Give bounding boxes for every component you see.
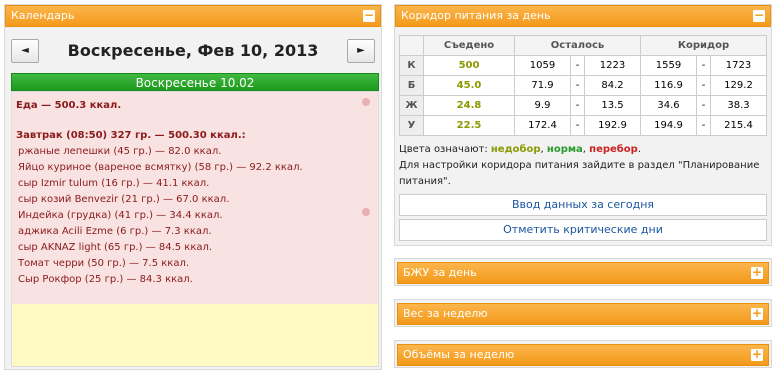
table-header-row: Съедено Осталось Коридор — [399, 35, 767, 56]
eaten-value: 24.8 — [423, 95, 515, 116]
col-header: Коридор — [640, 35, 767, 56]
left-max: 13.5 — [584, 95, 641, 116]
enter-today-button[interactable]: Ввод данных за сегодня — [399, 194, 767, 216]
weight-panel: Вес за неделю + — [394, 299, 772, 327]
row-label: У — [399, 115, 424, 136]
volumes-title: Объёмы за неделю — [403, 348, 515, 361]
color-legend: Цвета означают: недобор, норма, перебор.… — [399, 142, 769, 190]
food-edit-icon[interactable] — [362, 98, 370, 106]
calendar-panel: Календарь − ◄ Воскресенье, Фев 10, 2013 … — [4, 4, 382, 370]
calendar-header[interactable]: Календарь − — [5, 5, 381, 27]
meal-item: Сыр Рокфор (25 гр.) — 84.3 ккал. — [18, 274, 193, 285]
day-body: Еда — 500.3 ккал. Завтрак (08:50) 327 гр… — [11, 91, 379, 367]
meal-edit-icon[interactable] — [362, 208, 370, 216]
corr-min: 34.6 — [640, 95, 697, 116]
corr-max: 1723 — [710, 55, 767, 76]
table-row: К 500 1059 - 1223 1559 - 1723 — [399, 55, 767, 76]
legend-sep: , — [540, 144, 544, 155]
prev-day-button[interactable]: ◄ — [11, 39, 39, 63]
collapse-icon[interactable]: − — [363, 9, 375, 22]
expand-icon[interactable]: + — [751, 307, 763, 320]
bju-title: БЖУ за день — [403, 266, 477, 279]
eaten-value: 500 — [423, 55, 515, 76]
meal-item: Индейка (грудка) (41 гр.) — 34.4 ккал. — [18, 210, 223, 221]
meal-title[interactable]: Завтрак (08:50) 327 гр. — 500.30 ккал.: — [16, 128, 374, 144]
legend-line: Цвета означают: недобор, норма, перебор. — [399, 142, 769, 158]
corridor-panel: Коридор питания за день − Съедено Остало… — [394, 4, 772, 246]
legend-end: . — [637, 144, 641, 155]
legend-sep: , — [582, 144, 586, 155]
bju-header[interactable]: БЖУ за день + — [397, 262, 769, 284]
col-header: Осталось — [514, 35, 641, 56]
weight-header[interactable]: Вес за неделю + — [397, 303, 769, 325]
expand-icon[interactable]: + — [751, 348, 763, 361]
day-header[interactable]: Воскресенье 10.02 — [11, 73, 379, 91]
table-row: Ж 24.8 9.9 - 13.5 34.6 - 38.3 — [399, 95, 767, 116]
volumes-panel: Объёмы за неделю + — [394, 340, 772, 368]
current-date: Воскресенье, Фев 10, 2013 — [67, 41, 319, 60]
range-dash: - — [696, 55, 711, 76]
meal-item: сыр Izmir tulum (16 гр.) — 41.1 ккал. — [18, 178, 210, 189]
col-header: Съедено — [423, 35, 515, 56]
range-dash: - — [570, 95, 585, 116]
planning-hint: Для настройки коридора питания зайдите в… — [399, 160, 760, 187]
left-min: 1059 — [514, 55, 571, 76]
corr-max: 129.2 — [710, 75, 767, 96]
eaten-value: 45.0 — [423, 75, 515, 96]
legend-over: перебор — [589, 144, 638, 155]
range-dash: - — [570, 75, 585, 96]
range-dash: - — [570, 55, 585, 76]
range-dash: - — [696, 95, 711, 116]
row-label: Б — [399, 75, 424, 96]
legend-under: недобор — [490, 144, 541, 155]
meal-item: Яйцо куриное (вареное всмятку) (58 гр.) … — [18, 162, 303, 173]
corr-max: 38.3 — [710, 95, 767, 116]
corridor-table: Съедено Осталось Коридор К 500 1059 - 12… — [399, 35, 767, 136]
date-nav: ◄ Воскресенье, Фев 10, 2013 ► — [5, 33, 381, 69]
corr-min: 194.9 — [640, 115, 697, 136]
left-max: 84.2 — [584, 75, 641, 96]
mark-critical-days-button[interactable]: Отметить критические дни — [399, 219, 767, 241]
next-day-button[interactable]: ► — [347, 39, 375, 63]
corr-min: 1559 — [640, 55, 697, 76]
range-dash: - — [696, 115, 711, 136]
meals-list: Еда — 500.3 ккал. Завтрак (08:50) 327 гр… — [12, 92, 378, 304]
table-row: Б 45.0 71.9 - 84.2 116.9 - 129.2 — [399, 75, 767, 96]
meal-item: ржаные лепешки (45 гр.) — 82.0 ккал. — [18, 146, 222, 157]
expand-icon[interactable]: + — [751, 266, 763, 279]
corridor-header[interactable]: Коридор питания за день − — [395, 5, 771, 27]
food-total: Еда — 500.3 ккал. — [16, 100, 122, 111]
col-header — [399, 35, 424, 56]
legend-prefix: Цвета означают: — [399, 144, 488, 155]
row-label: Ж — [399, 95, 424, 116]
row-label: К — [399, 55, 424, 76]
bju-panel: БЖУ за день + — [394, 258, 772, 286]
corr-min: 116.9 — [640, 75, 697, 96]
corr-max: 215.4 — [710, 115, 767, 136]
meal-item: аджика Acili Ezme (6 гр.) — 7.3 ккал. — [18, 226, 212, 237]
range-dash: - — [570, 115, 585, 136]
left-min: 172.4 — [514, 115, 571, 136]
collapse-icon[interactable]: − — [753, 9, 765, 22]
meal-item: сыр AKNAZ light (65 гр.) — 84.5 ккал. — [18, 242, 213, 253]
weight-title: Вес за неделю — [403, 307, 488, 320]
meal-item: Томат черри (50 гр.) — 7.5 ккал. — [18, 258, 190, 269]
table-row: У 22.5 172.4 - 192.9 194.9 - 215.4 — [399, 115, 767, 136]
volumes-header[interactable]: Объёмы за неделю + — [397, 344, 769, 366]
left-max: 1223 — [584, 55, 641, 76]
left-min: 71.9 — [514, 75, 571, 96]
corridor-title: Коридор питания за день — [401, 9, 551, 22]
left-min: 9.9 — [514, 95, 571, 116]
calendar-title: Календарь — [11, 9, 75, 22]
range-dash: - — [696, 75, 711, 96]
eaten-value: 22.5 — [423, 115, 515, 136]
meal-item: сыр козий Benvezir (21 гр.) — 67.0 ккал. — [18, 194, 230, 205]
left-max: 192.9 — [584, 115, 641, 136]
legend-norm: норма — [546, 144, 583, 155]
